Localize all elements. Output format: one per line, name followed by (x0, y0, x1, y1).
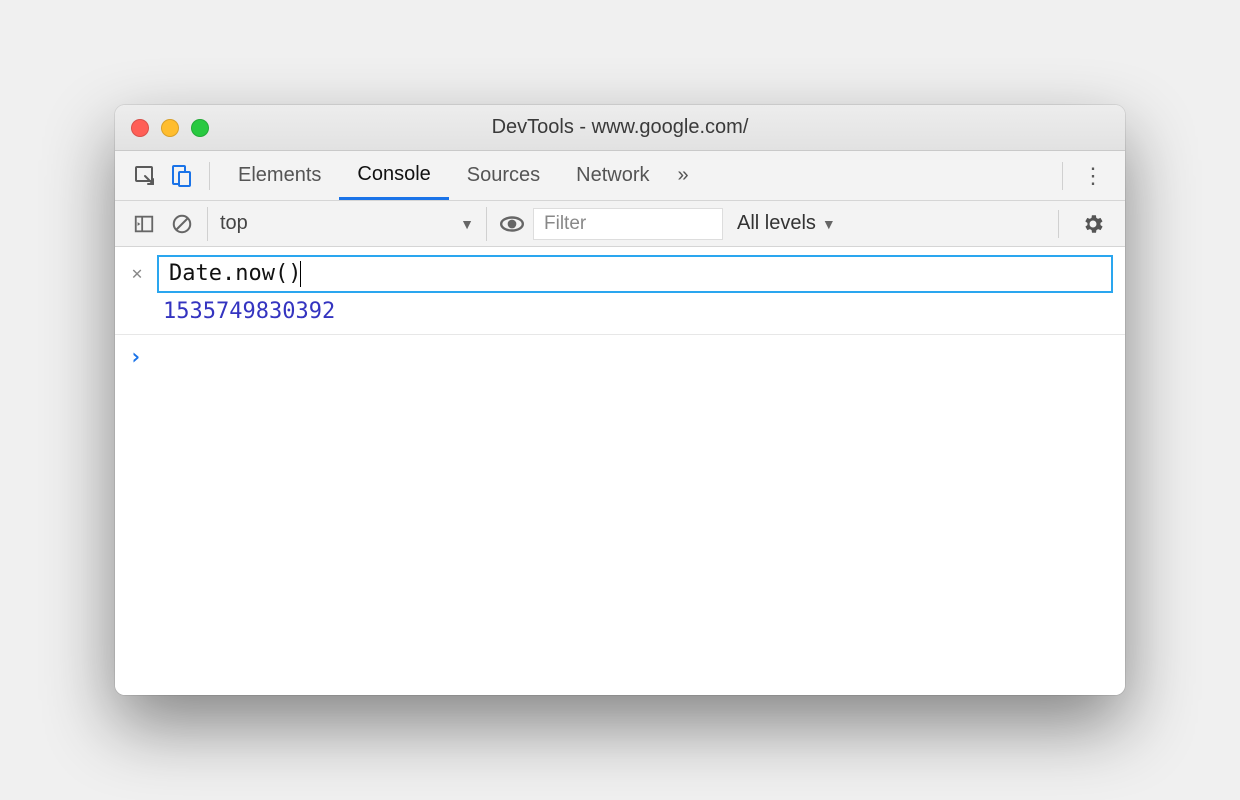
prompt-caret-icon: › (129, 345, 142, 370)
execution-context-select[interactable]: top ▼ (207, 207, 487, 241)
tabs-overflow-icon[interactable]: » (668, 151, 699, 200)
fullscreen-window-button[interactable] (191, 119, 209, 137)
dropdown-icon: ▼ (460, 216, 474, 232)
live-expression-row: ✕ Date.now() (115, 247, 1125, 297)
traffic-lights (131, 119, 209, 137)
live-expression-icon[interactable] (495, 207, 529, 241)
tab-console[interactable]: Console (339, 151, 448, 200)
device-toolbar-icon[interactable] (163, 158, 199, 194)
more-options-icon[interactable]: ⋮ (1073, 163, 1113, 189)
console-body: ✕ Date.now() 1535749830392 › (115, 247, 1125, 695)
console-toolbar: top ▼ All levels ▼ (115, 201, 1125, 247)
live-expression-input[interactable]: Date.now() (157, 255, 1113, 293)
separator (1058, 210, 1059, 238)
log-levels-label: All levels (737, 212, 816, 235)
inspect-element-icon[interactable] (127, 158, 163, 194)
window-title: DevTools - www.google.com/ (115, 116, 1125, 139)
toggle-sidebar-icon[interactable] (127, 207, 161, 241)
live-expression-text: Date.now() (169, 261, 301, 286)
clear-console-icon[interactable] (165, 207, 199, 241)
live-expression-block: ✕ Date.now() 1535749830392 (115, 247, 1125, 335)
execution-context-label: top (220, 212, 248, 235)
remove-expression-icon[interactable]: ✕ (127, 263, 147, 284)
log-levels-select[interactable]: All levels ▼ (727, 212, 846, 235)
tab-network[interactable]: Network (558, 151, 667, 200)
devtools-tabs: Elements Console Sources Network » ⋮ (115, 151, 1125, 201)
filter-input[interactable] (533, 208, 723, 240)
console-prompt-input[interactable] (152, 345, 1111, 370)
separator (209, 162, 210, 190)
tab-elements[interactable]: Elements (220, 151, 339, 200)
console-settings-icon[interactable] (1073, 212, 1113, 236)
console-prompt-row: › (115, 335, 1125, 380)
devtools-window: DevTools - www.google.com/ Elements Cons… (115, 105, 1125, 695)
minimize-window-button[interactable] (161, 119, 179, 137)
live-expression-result: 1535749830392 (115, 297, 1125, 334)
tab-sources[interactable]: Sources (449, 151, 558, 200)
separator (1062, 162, 1063, 190)
close-window-button[interactable] (131, 119, 149, 137)
titlebar: DevTools - www.google.com/ (115, 105, 1125, 151)
text-caret (300, 261, 301, 286)
dropdown-icon: ▼ (822, 216, 836, 232)
